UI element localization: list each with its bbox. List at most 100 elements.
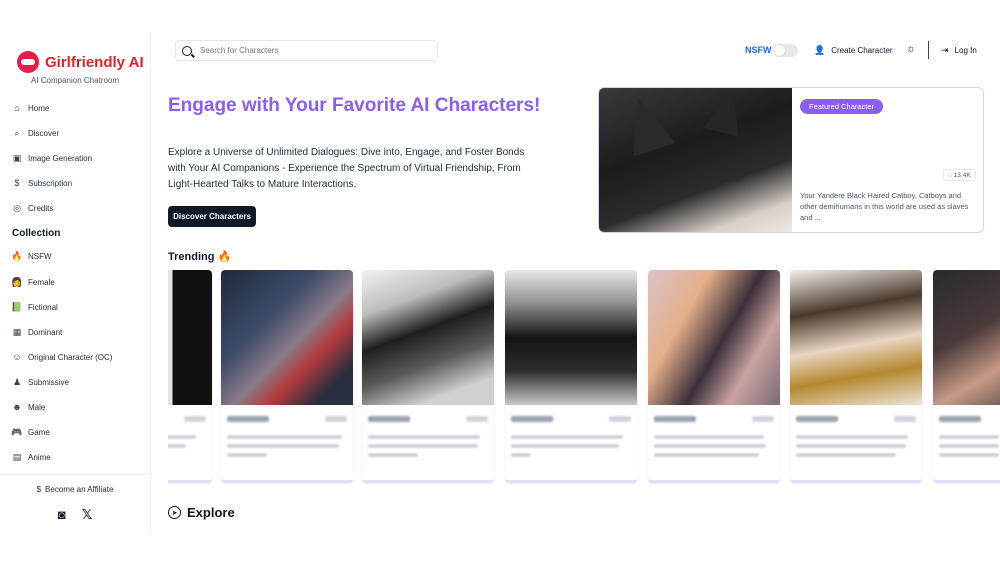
sidebar-item-male[interactable]: ☻ Male	[12, 398, 45, 416]
card-meta	[511, 416, 631, 424]
create-character-label: Create Character	[831, 46, 893, 55]
description-line	[511, 444, 619, 448]
description-line	[168, 435, 196, 439]
search-input[interactable]	[200, 46, 420, 55]
sidebar-item-label: Original Character (OC)	[28, 352, 113, 362]
sidebar-item-label: Fictional	[28, 302, 58, 312]
x-icon[interactable]: 𝕏	[82, 507, 92, 523]
sidebar-item-home[interactable]: ⌂ Home	[12, 99, 49, 117]
character-name-blurred	[227, 416, 269, 422]
description-line	[368, 444, 478, 448]
dollar-icon: $	[36, 485, 42, 494]
card-meta	[227, 416, 347, 424]
character-image	[790, 270, 922, 405]
topbar-divider	[928, 41, 929, 59]
character-image	[505, 270, 637, 405]
sidebar-item-original-character[interactable]: ☺ Original Character (OC)	[12, 348, 112, 366]
sidebar-item-label: Credits	[28, 203, 54, 213]
sidebar-item-fictional[interactable]: 📗 Fictional	[11, 298, 58, 316]
cat-ear-shape	[703, 88, 751, 137]
nsfw-toggle[interactable]	[773, 44, 798, 57]
sidebar-item-label: Male	[28, 402, 46, 412]
discord-icon[interactable]: ◙	[58, 507, 66, 523]
brand-logo-link[interactable]: Girlfriendly AI	[17, 51, 144, 73]
character-name-blurred	[939, 416, 981, 422]
nsfw-label: NSFW	[745, 45, 772, 55]
sidebar-item-label: Game	[28, 427, 50, 437]
trending-label: Trending	[168, 251, 215, 263]
sidebar-item-label: Female	[28, 277, 55, 287]
search-icon	[182, 45, 192, 56]
sidebar-item-image-generation[interactable]: ▣ Image Generation	[12, 149, 92, 167]
sidebar-item-female[interactable]: 👩 Female	[11, 273, 55, 291]
app-root: Girlfriendly AI AI Companion Chatroom ⌂ …	[0, 0, 1000, 563]
description-line	[796, 435, 908, 439]
image-icon: ▣	[12, 152, 22, 163]
description-line	[511, 453, 531, 457]
description-line	[654, 453, 759, 457]
sidebar-item-label: Dominant	[28, 327, 63, 337]
description-line	[796, 444, 906, 448]
cat-ear-shape	[616, 90, 676, 157]
chat-count: 13.4K	[953, 171, 971, 179]
oc-icon: ☺	[12, 352, 22, 362]
search-bar[interactable]	[175, 40, 438, 61]
character-card[interactable]	[648, 270, 780, 483]
submissive-icon: ♟	[12, 376, 22, 387]
featured-description: Your Yandere Black Haired Catboy. Catboy…	[800, 191, 969, 222]
sidebar-item-subscription[interactable]: $ Subscription	[12, 174, 72, 192]
home-icon: ⌂	[14, 103, 20, 113]
login-label: Log In	[954, 46, 977, 55]
gamepad-icon: 🎮	[11, 426, 23, 437]
description-line	[227, 444, 339, 448]
sidebar-item-game[interactable]: 🎮 Game	[11, 423, 50, 441]
chat-count-blurred	[184, 416, 206, 422]
create-character-button[interactable]: 👤 Create Character	[814, 45, 893, 56]
description-line	[939, 444, 999, 448]
description-line	[368, 453, 418, 457]
explore-label: Explore	[187, 505, 235, 520]
character-card[interactable]	[362, 270, 494, 483]
sidebar-item-submissive[interactable]: ♟ Submissive	[12, 373, 69, 391]
description-line	[168, 444, 186, 448]
sidebar-item-discover[interactable]: ⌕ Discover	[12, 124, 59, 142]
character-card[interactable]	[933, 270, 1000, 483]
character-card[interactable]	[505, 270, 637, 483]
card-meta	[654, 416, 774, 424]
sidebar-item-nsfw[interactable]: 🔥 NSFW	[11, 247, 51, 265]
coins-icon: ◎	[13, 202, 21, 213]
character-name-blurred	[511, 416, 553, 422]
theme-toggle-sun-icon[interactable]: ☼	[906, 43, 916, 55]
sidebar-item-dominant[interactable]: ▦ Dominant	[12, 323, 63, 341]
affiliate-label: Become an Affiliate	[45, 485, 114, 494]
description-line	[939, 453, 999, 457]
brand-name: Girlfriendly AI	[45, 53, 144, 71]
chat-count-blurred	[894, 416, 916, 422]
chat-count-blurred	[752, 416, 774, 422]
character-card[interactable]	[168, 270, 212, 483]
character-image	[933, 270, 1000, 405]
character-card[interactable]	[790, 270, 922, 483]
hero-description: Explore a Universe of Unlimited Dialogue…	[168, 147, 525, 190]
character-name-blurred	[368, 416, 410, 422]
card-meta	[368, 416, 488, 424]
sidebar-item-credits[interactable]: ◎ Credits	[12, 199, 53, 217]
character-card[interactable]	[221, 270, 353, 483]
flame-icon: 🔥	[217, 251, 232, 263]
dollar-icon: $	[14, 178, 20, 188]
sidebar-item-anime[interactable]: ▤ Anime	[12, 448, 51, 466]
sidebar-divider	[0, 474, 150, 475]
chat-count-blurred	[609, 416, 631, 422]
login-button[interactable]: ⇥ Log In	[941, 45, 977, 56]
sidebar-item-label: Subscription	[28, 178, 73, 188]
anime-icon: ▤	[12, 451, 22, 462]
character-image	[221, 270, 353, 405]
sidebar-item-label: Home	[28, 103, 50, 113]
become-affiliate-link[interactable]: $ Become an Affiliate	[0, 485, 150, 494]
discover-characters-button[interactable]: Discover Characters	[168, 206, 256, 227]
card-meta	[168, 416, 206, 424]
compass-icon: ➤	[168, 506, 181, 519]
description-line	[939, 435, 999, 439]
social-links: ◙ 𝕏	[0, 507, 150, 523]
featured-character-card[interactable]: Featured Character ◌ 13.4K Your Yandere …	[598, 87, 984, 233]
